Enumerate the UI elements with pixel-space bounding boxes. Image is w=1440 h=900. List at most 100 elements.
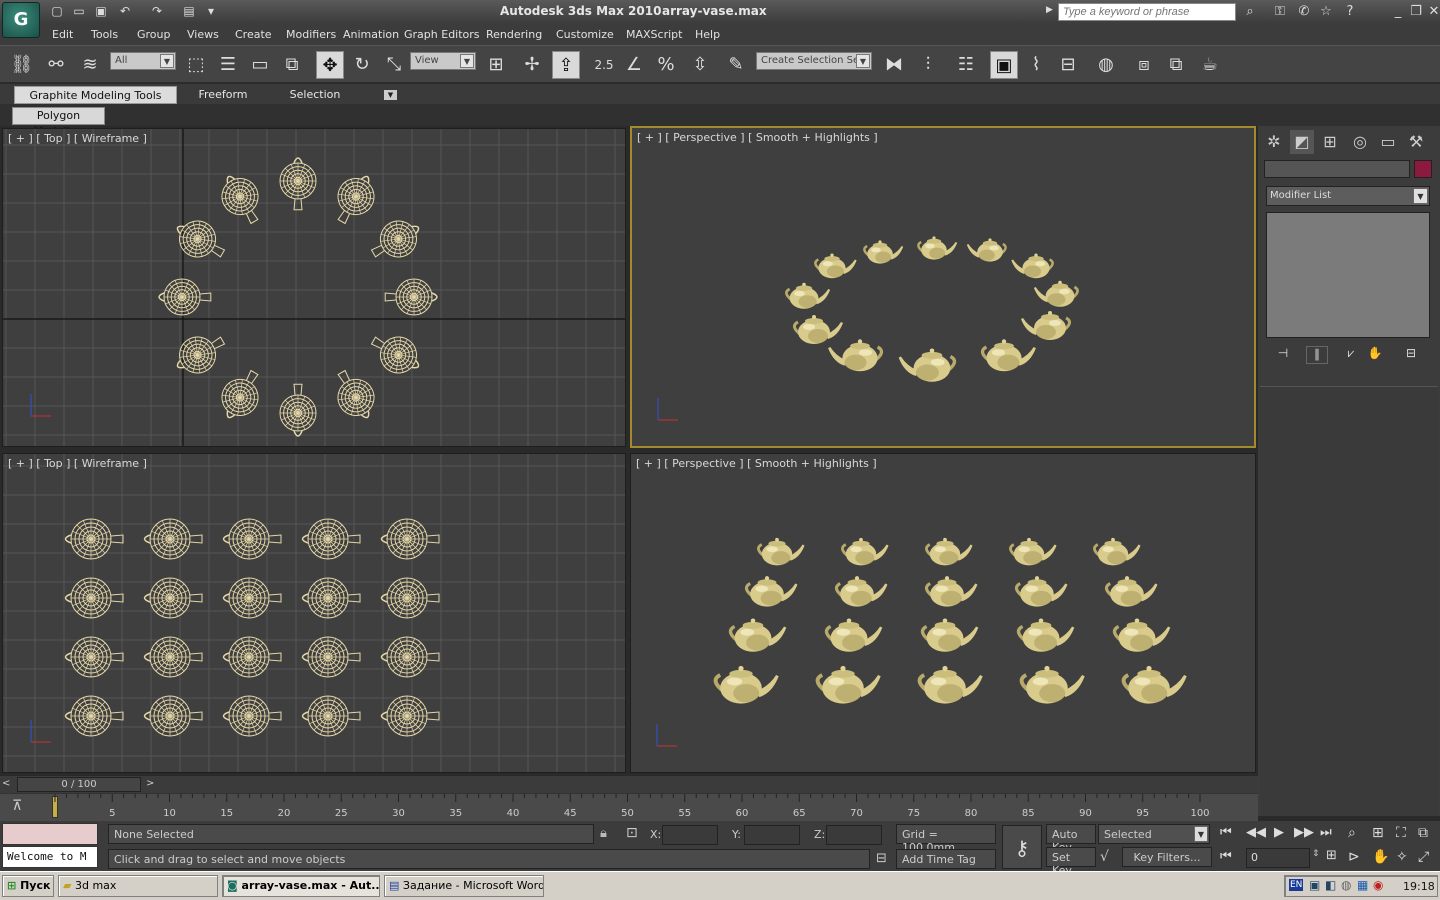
modifier-stack[interactable] bbox=[1266, 212, 1430, 338]
named-selection-sets-dropdown[interactable]: Create Selection Se ▼ bbox=[756, 52, 872, 70]
viewport-top-right[interactable]: [ + ] [ Perspective ] [ Smooth + Highlig… bbox=[630, 126, 1256, 448]
viewport-label[interactable]: [ + ] [ Perspective ] [ Smooth + Highlig… bbox=[636, 457, 877, 470]
key-filters-button[interactable]: Key Filters... bbox=[1122, 847, 1212, 867]
z-coordinate-field[interactable] bbox=[826, 825, 882, 845]
zoom-extents-icon[interactable]: ⛶ bbox=[1396, 825, 1406, 841]
new-file-icon[interactable]: ▢ bbox=[48, 3, 66, 20]
menu-modifiers[interactable]: Modifiers bbox=[286, 28, 336, 41]
pin-stack-icon[interactable]: ⊣ bbox=[1272, 346, 1294, 364]
time-tag-icon[interactable]: ⊟ bbox=[876, 851, 887, 866]
tab-freeform[interactable]: Freeform bbox=[180, 86, 266, 104]
viewport-top-left[interactable]: [ + ] [ Top ] [ Wireframe ] bbox=[2, 128, 626, 447]
menu-rendering[interactable]: Rendering bbox=[486, 28, 542, 41]
menu-customize[interactable]: Customize bbox=[556, 28, 614, 41]
start-button[interactable]: ⊞ Пуск bbox=[2, 875, 54, 897]
key-mode-dropdown[interactable]: Selected ▼ bbox=[1098, 824, 1210, 844]
track-bar[interactable]: ⊼ 5 10 15 20 25 30 35 40 45 50 55 60 65 70 75 80 85 90 95 1… bbox=[0, 793, 1258, 821]
time-configuration-icon[interactable]: ⊞ bbox=[1326, 848, 1337, 863]
favorites-icon[interactable]: ☆ bbox=[1316, 3, 1336, 21]
bind-space-warp-icon[interactable]: ≋ bbox=[76, 51, 104, 79]
menu-maxscript[interactable]: MAXScript bbox=[626, 28, 682, 41]
subscription-icon[interactable]: ⚿ bbox=[1270, 3, 1290, 21]
viewport-label[interactable]: [ + ] [ Perspective ] [ Smooth + Highlig… bbox=[637, 131, 878, 144]
window-crossing-icon[interactable]: ⧉ bbox=[278, 51, 306, 79]
task-word[interactable]: ▤ Задание - Microsoft Word bbox=[384, 875, 544, 897]
reference-coordinate-dropdown[interactable]: View ▼ bbox=[410, 52, 476, 70]
maxscript-listener-field[interactable] bbox=[2, 823, 98, 845]
select-object-icon[interactable]: ⬚ bbox=[182, 51, 210, 79]
motion-tab-icon[interactable]: ◎ bbox=[1348, 130, 1372, 154]
select-by-name-icon[interactable]: ☰ bbox=[214, 51, 242, 79]
open-file-icon[interactable]: ▭ bbox=[70, 3, 88, 20]
modify-tab-icon[interactable]: ◩ bbox=[1290, 130, 1314, 154]
align-icon[interactable]: ⫶ bbox=[914, 51, 942, 79]
menu-views[interactable]: Views bbox=[187, 28, 219, 41]
menu-animation[interactable]: Animation bbox=[343, 28, 399, 41]
maxscript-mini-listener[interactable]: Welcome to M bbox=[2, 846, 98, 868]
selection-filter-dropdown[interactable]: All ▼ bbox=[110, 52, 176, 70]
make-unique-icon[interactable]: ⩗ bbox=[1340, 346, 1362, 364]
help-icon[interactable]: ? bbox=[1340, 3, 1360, 21]
viewport-bottom-right[interactable]: [ + ] [ Perspective ] [ Smooth + Highlig… bbox=[630, 453, 1256, 773]
menu-graph-editors[interactable]: Graph Editors bbox=[404, 28, 480, 41]
modifier-list-dropdown[interactable]: Modifier List ▼ bbox=[1266, 186, 1430, 206]
auto-key-button[interactable]: Auto Key bbox=[1046, 824, 1096, 854]
minimize-icon[interactable]: _ bbox=[1388, 3, 1408, 21]
unlink-icon[interactable]: ⚯ bbox=[42, 51, 70, 79]
slider-next-icon[interactable]: > bbox=[146, 778, 154, 789]
pivot-center-icon[interactable]: ⊞ bbox=[482, 51, 510, 79]
zoom-extents-all-icon[interactable]: ⧉ bbox=[1418, 825, 1428, 841]
keyboard-shortcut-override-icon[interactable]: ⇪ bbox=[552, 51, 580, 79]
next-frame-icon[interactable]: ▶▶ bbox=[1294, 825, 1314, 840]
task-3d-max-folder[interactable]: ▰ 3d max bbox=[58, 875, 218, 897]
redo-icon[interactable]: ↷ bbox=[148, 3, 166, 20]
menu-tools[interactable]: Tools bbox=[91, 28, 118, 41]
maximize-viewport-icon[interactable]: ⤢ bbox=[1418, 849, 1429, 865]
material-editor-icon[interactable]: ◍ bbox=[1092, 51, 1120, 79]
spinner-snap-icon[interactable]: ⇳ bbox=[686, 51, 714, 79]
undo-icon[interactable]: ↶ bbox=[116, 3, 134, 20]
orbit-icon[interactable]: ✧ bbox=[1396, 849, 1408, 865]
configure-modifier-sets-icon[interactable]: ⊟ bbox=[1400, 346, 1422, 364]
antivirus-icon[interactable]: ◉ bbox=[1373, 878, 1383, 892]
selection-lock-icon[interactable]: 🔒︎ bbox=[600, 826, 607, 841]
rectangular-selection-icon[interactable]: ▭ bbox=[246, 51, 274, 79]
set-key-icon[interactable]: ⚷ bbox=[1002, 825, 1042, 869]
current-frame-field[interactable]: 0 bbox=[1246, 848, 1310, 868]
task-3ds-max[interactable]: ◙ array-vase.max - Aut... bbox=[222, 875, 380, 897]
mirror-icon[interactable]: ⧓ bbox=[880, 51, 908, 79]
pan-view-icon[interactable]: ✋ bbox=[1372, 849, 1389, 865]
object-name-field[interactable] bbox=[1264, 160, 1410, 178]
default-tangents-icon[interactable]: √ bbox=[1100, 849, 1109, 865]
field-of-view-icon[interactable]: ⊳ bbox=[1348, 849, 1360, 865]
tray-monitor-icon[interactable]: ▦ bbox=[1357, 878, 1368, 892]
tab-polygon-modeling[interactable]: Polygon Modeling bbox=[12, 107, 105, 138]
schematic-view-icon[interactable]: ⊟ bbox=[1054, 51, 1082, 79]
render-setup-icon[interactable]: ⧈ bbox=[1130, 51, 1158, 79]
key-mode-toggle-icon[interactable]: ⏮ bbox=[1220, 849, 1232, 864]
restore-icon[interactable]: ❐ bbox=[1406, 3, 1426, 21]
save-file-icon[interactable]: ▣ bbox=[92, 3, 110, 20]
hierarchy-tab-icon[interactable]: ⊞ bbox=[1318, 130, 1342, 154]
play-icon[interactable]: ▶ bbox=[1274, 825, 1284, 840]
go-to-end-icon[interactable]: ⏭ bbox=[1320, 825, 1332, 840]
snaps-toggle-icon[interactable]: 2.5 bbox=[590, 51, 618, 79]
zoom-icon[interactable]: ⌕ bbox=[1348, 825, 1356, 841]
curve-editor-icon[interactable]: ⌇ bbox=[1022, 51, 1050, 79]
project-folder-icon[interactable]: ▤ bbox=[180, 3, 198, 20]
link-icon[interactable]: ⛓ bbox=[8, 51, 36, 79]
utilities-tab-icon[interactable]: ⚒ bbox=[1404, 130, 1428, 154]
remove-modifier-icon[interactable]: ✋ bbox=[1364, 346, 1386, 364]
rendered-frame-window-icon[interactable]: ⧉ bbox=[1162, 51, 1190, 79]
binoculars-icon[interactable]: ⌕ bbox=[1240, 3, 1260, 21]
absolute-mode-icon[interactable]: ⊡ bbox=[626, 825, 638, 841]
edit-named-selection-icon[interactable]: ✎ bbox=[722, 51, 750, 79]
viewport-bottom-left[interactable]: [ + ] [ Top ] [ Wireframe ] bbox=[2, 453, 626, 773]
select-and-move-icon[interactable]: ✥ bbox=[316, 51, 344, 79]
viewport-label[interactable]: [ + ] [ Top ] [ Wireframe ] bbox=[8, 132, 147, 145]
network-icon[interactable]: ▣ bbox=[1309, 878, 1320, 892]
create-tab-icon[interactable]: ✲ bbox=[1262, 130, 1286, 154]
go-to-start-icon[interactable]: ⏮ bbox=[1220, 825, 1232, 840]
menu-group[interactable]: Group bbox=[137, 28, 171, 41]
tab-selection[interactable]: Selection bbox=[272, 86, 358, 104]
